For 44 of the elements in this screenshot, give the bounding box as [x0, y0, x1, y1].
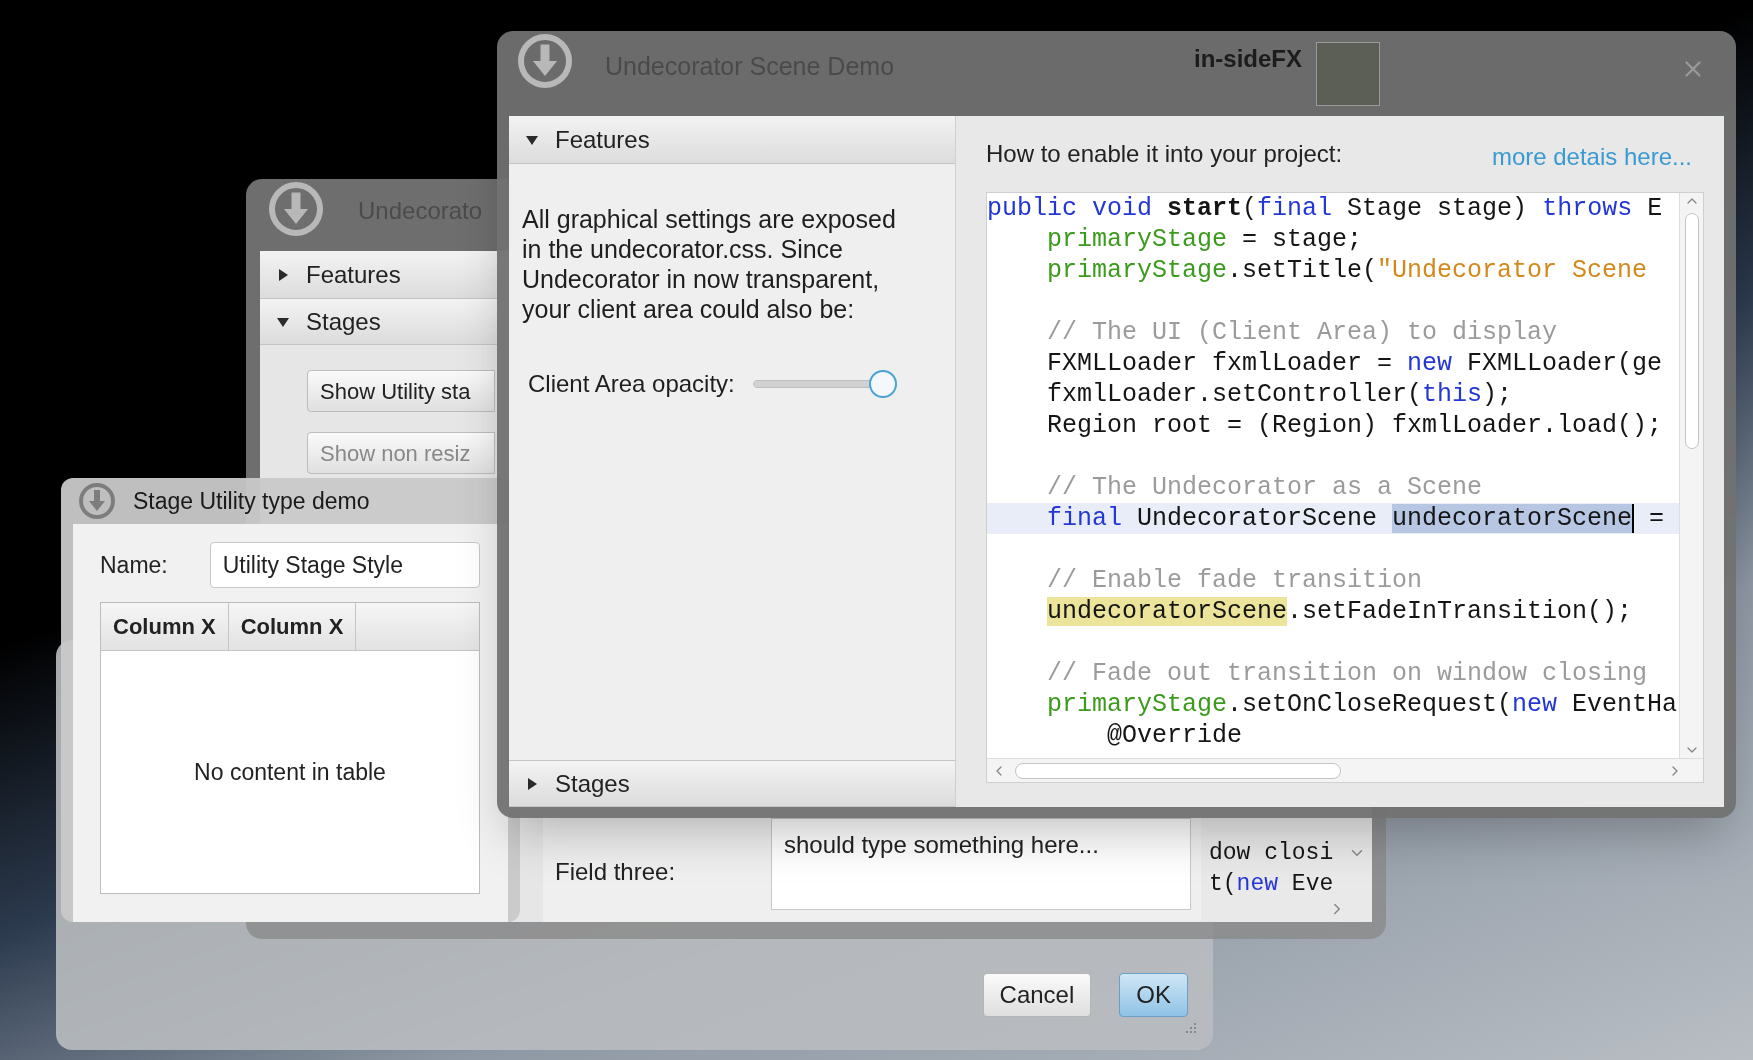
column-header[interactable]: Column X	[228, 603, 357, 650]
resize-grip-icon[interactable]	[1185, 1022, 1197, 1034]
code-line: t(new Eve	[1209, 870, 1335, 898]
brand-label: in-sideFX	[1194, 44, 1303, 74]
code-line: Region root = (Region) fxmlLoader.load();	[1046, 410, 1664, 441]
avatar-placeholder	[1316, 42, 1381, 106]
code-line: fxmlLoader.setController(this);	[1046, 379, 1514, 410]
section-heading: How to enable it into your project:	[986, 139, 1343, 169]
dialog-button[interactable]: Cancel	[982, 973, 1092, 1017]
field-label: Field three:	[554, 857, 677, 887]
code-line: @Override	[1106, 720, 1244, 751]
code-line: // The UI (Client Area) to display	[1046, 317, 1559, 348]
code-line: public void start(final Stage stage) throws E	[987, 193, 1664, 224]
code-line: dow closi	[1209, 839, 1335, 867]
accordion-header[interactable]: Stages	[260, 299, 497, 345]
field-label: Name:	[100, 550, 168, 580]
accordion-header[interactable]: Features	[260, 251, 497, 299]
empty-table-message: No content in table	[194, 757, 386, 787]
code-line: // The Undecorator as a Scene	[1046, 472, 1484, 503]
name-field[interactable]: Utility Stage Style	[209, 542, 480, 588]
code-line: FXMLLoader fxmlLoader = new FXMLLoader(ge	[1046, 348, 1664, 379]
horizontal-scrollbar[interactable]	[987, 758, 1703, 782]
default-button[interactable]: OK	[1119, 973, 1188, 1017]
action-button[interactable]: Show Utility sta	[307, 370, 495, 412]
logo-icon	[77, 481, 117, 521]
code-line: // Enable fade transition	[1046, 565, 1424, 596]
code-line: primaryStage.setOnCloseRequest(new EventHa	[1046, 689, 1679, 720]
column-header[interactable]: Column X	[101, 603, 229, 650]
accordion-header[interactable]: Features	[509, 116, 955, 164]
description-text: All graphical settings are exposed in the undecorator.css. Since Undecorator in now transparent, your client area could also be:	[522, 204, 897, 324]
accordion-header[interactable]: Stages	[509, 760, 955, 807]
code-line: undecoratorScene.setFadeInTransition();	[1046, 596, 1634, 627]
scrollbar-thumb[interactable]	[1015, 762, 1341, 779]
code-line: primaryStage = stage;	[1046, 224, 1364, 255]
opacity-slider[interactable]	[752, 369, 897, 399]
slider-label: Client Area opacity:	[528, 369, 735, 399]
vertical-scrollbar[interactable]	[1679, 193, 1703, 758]
logo-icon	[515, 31, 575, 91]
code-line: primaryStage.setTitle("Undecorator Scene	[1046, 255, 1649, 286]
text-area[interactable]: should type something here...	[771, 818, 1191, 910]
window-title: Stage Utility type demo	[133, 486, 370, 516]
scrollbar-thumb[interactable]	[1684, 213, 1699, 449]
code-line: // Fade out transition on window closing	[1046, 658, 1649, 689]
logo-icon	[266, 179, 326, 239]
